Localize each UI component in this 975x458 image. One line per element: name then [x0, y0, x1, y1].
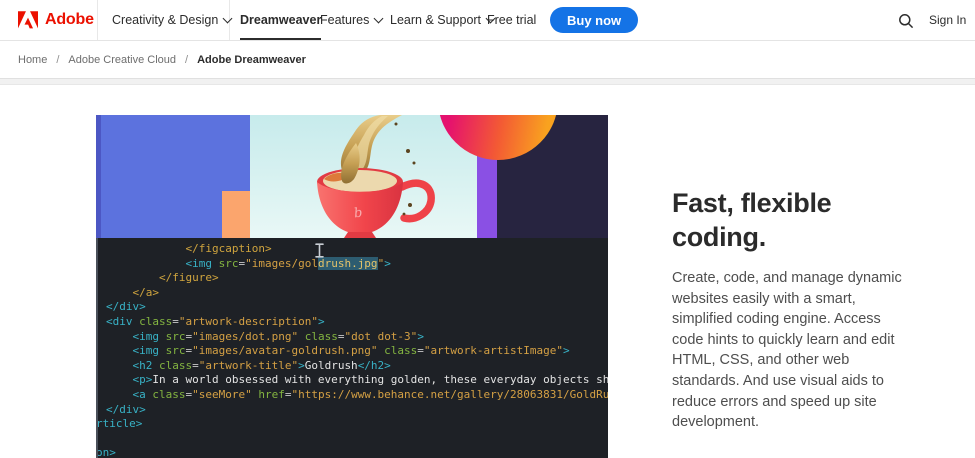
breadcrumb-creative-cloud[interactable]: Adobe Creative Cloud [68, 54, 176, 66]
product-screenshot-artwork: b [96, 115, 608, 238]
code-line: </div> [106, 300, 146, 314]
top-nav: Adobe Creativity & Design Dreamweaver Fe… [0, 0, 975, 41]
brand-name: Adobe [45, 11, 94, 28]
code-editor-screenshot: </figcaption> <img src="images/goldrush.j… [96, 238, 608, 458]
nav-item-dreamweaver[interactable]: Dreamweaver [240, 0, 322, 40]
code-line: on> [96, 446, 116, 458]
nav-item-free-trial[interactable]: Free trial [487, 0, 536, 40]
breadcrumb-separator: / [185, 53, 189, 66]
search-icon [898, 13, 914, 29]
adobe-logo[interactable]: Adobe [18, 0, 94, 40]
buy-now-button[interactable]: Buy now [550, 7, 639, 33]
chevron-down-icon [222, 13, 233, 23]
code-line: <h2 class="artwork-title">Goldrush</h2> [132, 358, 391, 372]
text-ibeam-cursor-icon [314, 243, 325, 263]
breadcrumb-home[interactable]: Home [18, 54, 47, 66]
nav-divider [97, 0, 98, 40]
nav-item-label: Free trial [487, 13, 537, 27]
code-line: <p>In a world obsessed with everything g… [132, 373, 608, 387]
feature-body-text: Create, code, and manage dynamic website… [672, 270, 902, 431]
nav-item-label: Dreamweaver [240, 13, 322, 27]
code-line: <img src="images/dot.png" class="dot dot… [132, 329, 424, 343]
nav-item-learn-support[interactable]: Learn & Support [390, 0, 496, 40]
code-line: <img src="images/goldrush.jpg"> [185, 256, 391, 270]
code-lines: </figcaption> <img src="images/goldrush.j… [98, 242, 608, 458]
breadcrumb: Home / Adobe Creative Cloud / Adobe Drea… [0, 41, 975, 78]
code-line: </figcaption> [185, 242, 272, 255]
code-line: <div class="artwork-description"> [106, 314, 325, 328]
code-line: <a class="seeMore" href="https://www.beh… [132, 387, 608, 401]
nav-item-features[interactable]: Features [320, 0, 384, 40]
adobe-a-icon [18, 11, 38, 29]
nav-item-label: Creativity & Design [112, 13, 219, 27]
code-line: </figure> [158, 271, 219, 285]
chevron-down-icon [373, 13, 384, 23]
code-line: </div> [106, 402, 146, 416]
artwork-blue-edge [96, 115, 101, 238]
search-button[interactable] [894, 9, 918, 33]
active-tab-underline [240, 38, 322, 40]
code-line: rticle> [96, 417, 143, 431]
nav-item-label: Features [320, 13, 370, 27]
sign-in-link[interactable]: Sign In [929, 0, 966, 40]
section-divider [0, 78, 975, 85]
feature-heading: Fast, flexible coding. [672, 188, 832, 252]
page: Adobe Creativity & Design Dreamweaver Fe… [0, 0, 975, 458]
red-cup-gold-splash-illustration: b [317, 115, 435, 238]
nav-item-creativity-design[interactable]: Creativity & Design [112, 0, 233, 40]
nav-item-label: Learn & Support [390, 13, 482, 27]
breadcrumb-separator: / [56, 53, 60, 66]
code-line: </a> [132, 285, 159, 299]
breadcrumb-current-page: Adobe Dreamweaver [197, 53, 306, 66]
code-line: <img src="images/avatar-goldrush.png" cl… [132, 344, 570, 358]
artwork-orange-rect [222, 191, 250, 238]
